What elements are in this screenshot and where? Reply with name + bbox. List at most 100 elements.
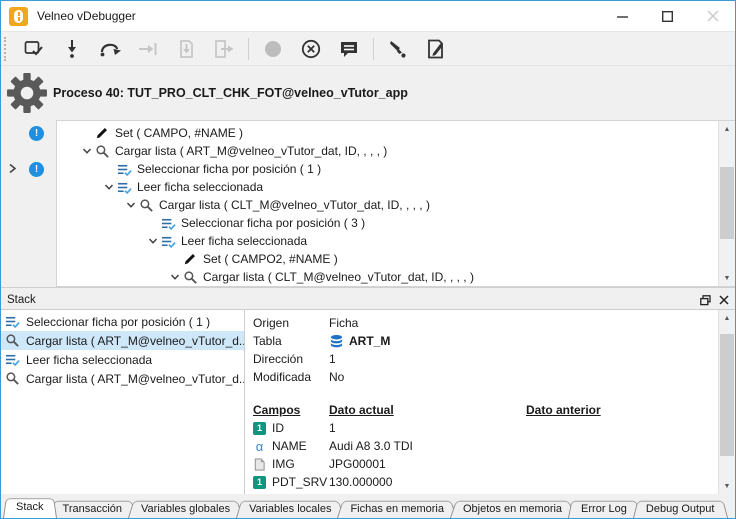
toolbar-grip[interactable] xyxy=(4,37,9,61)
list-item[interactable]: Leer ficha seleccionada xyxy=(1,350,244,369)
maximize-button[interactable] xyxy=(645,1,690,31)
list-check-icon xyxy=(117,180,137,195)
instruction-tree-region: ! ! Set ( CAMPO, #NAME ) xyxy=(1,120,735,287)
tree-row[interactable]: Cargar lista ( ART_M@velneo_vTutor_dat, … xyxy=(57,142,735,160)
titlebar: Velneo vDebugger xyxy=(1,1,735,31)
tab-variables-locales[interactable]: Variables locales xyxy=(236,499,344,518)
table-name: ART_M xyxy=(349,334,390,348)
tree-row[interactable]: Set ( CAMPO, #NAME ) xyxy=(57,124,735,142)
chevron-down-icon[interactable] xyxy=(166,272,183,282)
tab-transaccion[interactable]: Transacción xyxy=(50,499,136,518)
table-row[interactable]: 1PRE 0 xyxy=(253,491,735,494)
float-panel-icon[interactable] xyxy=(700,295,711,306)
stack-dock-titlebar: Stack xyxy=(1,291,735,309)
tree-row[interactable]: Set ( CAMPO2, #NAME ) xyxy=(57,250,735,268)
tree-row-label: Set ( CAMPO2, #NAME ) xyxy=(203,252,338,266)
search-icon xyxy=(95,144,115,159)
scroll-up-icon[interactable]: ▲ xyxy=(719,121,735,137)
detail-value: No xyxy=(329,370,344,384)
table-row[interactable]: α NAME Audi A8 3.0 TDI xyxy=(253,437,735,455)
list-item[interactable]: Cargar lista ( ART_M@velneo_vTutor_d... xyxy=(1,331,244,350)
enter-subprocess-button[interactable] xyxy=(171,35,201,63)
tree-row-label: Cargar lista ( CLT_M@velneo_vTutor_dat, … xyxy=(203,270,474,284)
list-check-icon xyxy=(161,234,181,249)
field-current-value: Audi A8 3.0 TDI xyxy=(329,439,526,453)
run-to-cursor-button[interactable] xyxy=(19,35,49,63)
record-circle-icon xyxy=(262,38,284,60)
field-name: NAME xyxy=(272,439,307,453)
tree-row[interactable]: Seleccionar ficha por posición ( 3 ) xyxy=(57,214,735,232)
alpha-field-icon: α xyxy=(253,440,266,453)
comments-button[interactable] xyxy=(334,35,364,63)
table-row[interactable]: 1ID 1 xyxy=(253,419,735,437)
close-button[interactable] xyxy=(690,1,735,31)
edit-process-button[interactable] xyxy=(421,35,451,63)
tree-row[interactable]: Leer ficha seleccionada xyxy=(57,232,735,250)
tab-error-log[interactable]: Error Log xyxy=(568,499,640,518)
list-item[interactable]: Cargar lista ( ART_M@velneo_vTutor_d... xyxy=(1,369,244,388)
stop-button[interactable] xyxy=(296,35,326,63)
tree-row[interactable]: Cargar lista ( CLT_M@velneo_vTutor_dat, … xyxy=(57,196,735,214)
list-item[interactable]: Seleccionar ficha por posición ( 1 ) xyxy=(1,312,244,331)
scrollbar-thumb[interactable] xyxy=(720,167,734,239)
field-current-value: 130.000000 xyxy=(329,475,526,489)
pencil-icon xyxy=(183,252,203,266)
close-panel-icon[interactable] xyxy=(719,295,729,305)
check-square-icon xyxy=(23,38,45,60)
minimize-icon xyxy=(617,11,628,22)
chevron-right-icon[interactable] xyxy=(8,163,17,174)
list-check-icon xyxy=(5,314,26,329)
tab-debug-output[interactable]: Debug Output xyxy=(633,499,728,518)
scroll-down-icon[interactable]: ▼ xyxy=(719,270,735,286)
breakpoint-gutter: ! ! xyxy=(1,120,56,287)
detail-label: Modificada xyxy=(253,370,329,384)
arrow-down-icon xyxy=(61,38,83,60)
exit-subprocess-button[interactable] xyxy=(209,35,239,63)
tab-fichas-en-memoria[interactable]: Fichas en memoria xyxy=(337,499,457,518)
tree-row[interactable]: Seleccionar ficha por posición ( 1 ) xyxy=(57,160,735,178)
fields-table: Campos Dato actual Dato anterior 1ID 1 α… xyxy=(253,401,735,494)
scrollbar-thumb[interactable] xyxy=(720,334,734,456)
tree-scrollbar[interactable]: ▲ ▼ xyxy=(718,121,735,286)
gear-icon xyxy=(6,72,48,114)
field-name: PDT_SRV xyxy=(272,475,327,489)
step-into-button[interactable] xyxy=(57,35,87,63)
record-button[interactable] xyxy=(258,35,288,63)
tab-objetos-en-memoria[interactable]: Objetos en memoria xyxy=(450,499,575,518)
table-row[interactable]: 1 PDT_SRV 130.000000 xyxy=(253,473,735,491)
detail-label: Dirección xyxy=(253,352,329,366)
tab-variables-globales[interactable]: Variables globales xyxy=(128,499,243,518)
chevron-down-icon[interactable] xyxy=(100,182,117,192)
step-out-button[interactable] xyxy=(133,35,163,63)
scroll-up-icon[interactable]: ▲ xyxy=(719,310,735,326)
page-edit-icon xyxy=(425,38,447,60)
step-over-button[interactable] xyxy=(95,35,125,63)
minimize-button[interactable] xyxy=(600,1,645,31)
tree-row[interactable]: Cargar lista ( CLT_M@velneo_vTutor_dat, … xyxy=(57,268,735,286)
detail-value: 1 xyxy=(329,352,336,366)
chevron-down-icon[interactable] xyxy=(78,146,95,156)
comment-icon xyxy=(338,38,360,60)
tree-row-label: Leer ficha seleccionada xyxy=(137,180,263,194)
vdebugger-window: Velneo vDebugger xyxy=(0,0,736,519)
velneo-app-icon xyxy=(9,7,28,26)
fields-header: Campos Dato actual Dato anterior xyxy=(253,401,735,419)
column-header: Dato anterior xyxy=(526,403,601,417)
window-title: Velneo vDebugger xyxy=(37,9,136,23)
list-item-label: Cargar lista ( ART_M@velneo_vTutor_d... xyxy=(26,372,244,386)
scroll-down-icon[interactable]: ▼ xyxy=(719,478,735,494)
bottom-tabbar: Stack Transacción Variables globales Var… xyxy=(1,494,735,518)
process-title: Proceso 40: TUT_PRO_CLT_CHK_FOT@velneo_v… xyxy=(53,86,408,100)
numeric-field-icon: 1 xyxy=(253,476,266,489)
list-item-label: Seleccionar ficha por posición ( 1 ) xyxy=(26,315,210,329)
database-icon xyxy=(329,334,344,349)
info-badge-icon: ! xyxy=(29,162,44,177)
stack-scrollbar[interactable]: ▲ ▼ xyxy=(718,310,735,494)
clean-button[interactable] xyxy=(383,35,413,63)
column-header: Dato actual xyxy=(329,403,526,417)
chevron-down-icon[interactable] xyxy=(144,236,161,246)
table-row[interactable]: IMG JPG00001 xyxy=(253,455,735,473)
tree-row[interactable]: Leer ficha seleccionada xyxy=(57,178,735,196)
chevron-down-icon[interactable] xyxy=(122,200,139,210)
tab-stack[interactable]: Stack xyxy=(3,496,57,518)
